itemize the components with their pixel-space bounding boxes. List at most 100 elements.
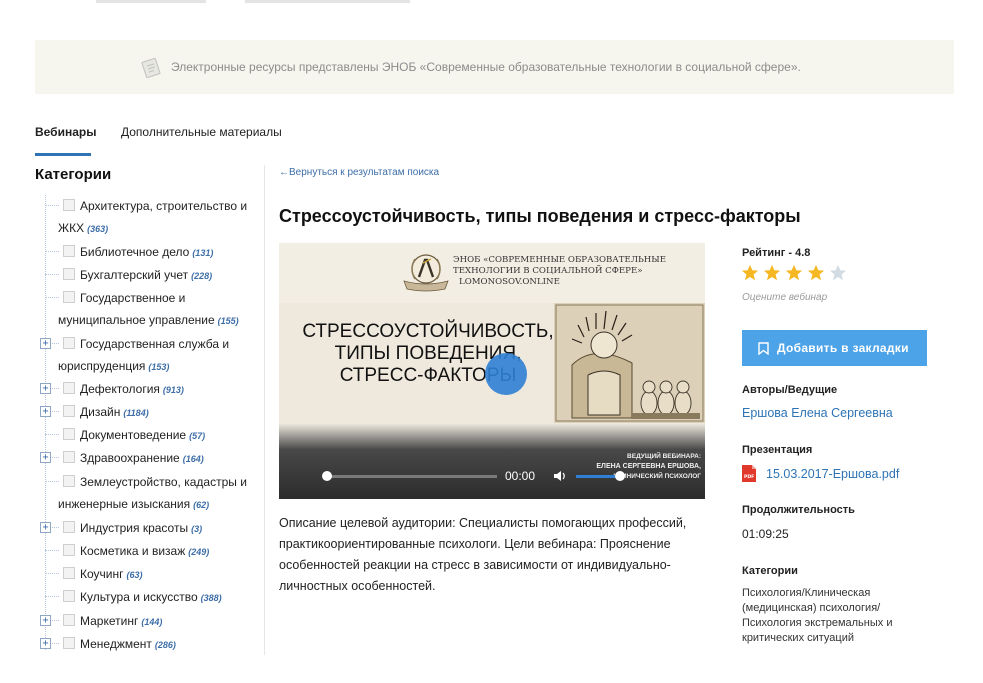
category-name: Государственная служба и юриспруденция bbox=[58, 337, 230, 373]
category-item[interactable]: + Дизайн (1184) bbox=[35, 401, 260, 424]
checkbox-icon[interactable] bbox=[63, 590, 75, 602]
category-item[interactable]: Косметика и визаж (249) bbox=[35, 540, 260, 563]
checkbox-icon[interactable] bbox=[63, 475, 75, 487]
checkbox-icon[interactable] bbox=[63, 337, 75, 349]
illustration-image bbox=[554, 303, 705, 423]
org-name-line: ТЕХНОЛОГИИ В СОЦИАЛЬНОЙ СФЕРЕ» bbox=[453, 266, 643, 276]
star-filled-icon[interactable] bbox=[785, 264, 803, 282]
category-item[interactable]: + Маркетинг (144) bbox=[35, 610, 260, 633]
categories-value: Психология/Клиническая (медицинская) пси… bbox=[742, 587, 893, 644]
categories-heading: Категории bbox=[742, 565, 798, 577]
svg-text:PDF: PDF bbox=[744, 474, 754, 480]
category-item[interactable]: Землеустройство, кадастры и инженерные и… bbox=[35, 471, 260, 516]
webinar-description: Описание целевой аудитории: Специалисты … bbox=[279, 516, 687, 593]
seek-handle[interactable] bbox=[322, 471, 332, 481]
star-empty-icon[interactable] bbox=[829, 264, 847, 282]
pdf-icon: PDF bbox=[742, 465, 756, 482]
category-item[interactable]: + Государственная служба и юриспруденция(… bbox=[35, 333, 260, 378]
category-count: (286) bbox=[154, 640, 176, 650]
tree-connector bbox=[45, 573, 59, 574]
org-logo bbox=[403, 254, 449, 292]
category-name: Менеджмент bbox=[80, 637, 152, 651]
add-bookmark-button[interactable]: Добавить в закладки bbox=[742, 330, 927, 366]
category-item[interactable]: + Дефектология (913) bbox=[35, 378, 260, 401]
checkbox-icon[interactable] bbox=[63, 268, 75, 280]
document-icon bbox=[141, 57, 161, 78]
notice-text: Электронные ресурсы представлены ЭНОБ «С… bbox=[171, 60, 801, 74]
category-count: (63) bbox=[126, 570, 143, 580]
checkbox-icon[interactable] bbox=[63, 291, 75, 303]
category-name: Землеустройство, кадастры и инженерные и… bbox=[58, 475, 247, 511]
expand-plus-icon[interactable]: + bbox=[40, 615, 51, 626]
category-item[interactable]: Государственное и муниципальное управлен… bbox=[35, 287, 260, 332]
category-item[interactable]: Бухгалтерский учет (228) bbox=[35, 264, 260, 287]
checkbox-icon[interactable] bbox=[63, 567, 75, 579]
top-nav-stub bbox=[96, 0, 206, 3]
volume-handle[interactable] bbox=[615, 471, 625, 481]
category-item[interactable]: Архитектура, строительство и ЖКХ (363) bbox=[35, 195, 260, 240]
category-count: (3) bbox=[191, 524, 203, 534]
category-count: (144) bbox=[141, 617, 163, 627]
checkbox-icon[interactable] bbox=[63, 451, 75, 463]
author-link[interactable]: Ершова Елена Сергеевна bbox=[742, 406, 893, 420]
category-count: (913) bbox=[162, 385, 184, 395]
category-count: (249) bbox=[188, 547, 210, 557]
org-name: ЭНОБ «СОВРЕМЕННЫЕ ОБРАЗОВАТЕЛЬНЫЕ ТЕХНОЛ… bbox=[453, 255, 683, 288]
category-item[interactable]: Документоведение (57) bbox=[35, 424, 260, 447]
tree-connector bbox=[45, 481, 59, 482]
volume-icon[interactable] bbox=[553, 470, 567, 482]
tree-connector bbox=[45, 205, 59, 206]
org-site: LOMONOSOV.ONLINE bbox=[459, 277, 560, 287]
expand-plus-icon[interactable]: + bbox=[40, 338, 51, 349]
checkbox-icon[interactable] bbox=[63, 428, 75, 440]
page-title: Стрессоустойчивость, типы поведения и ст… bbox=[279, 206, 801, 226]
expand-plus-icon[interactable]: + bbox=[40, 452, 51, 463]
category-item[interactable]: + Здравоохранение (164) bbox=[35, 447, 260, 470]
seek-bar[interactable] bbox=[325, 475, 497, 478]
rate-prompt: Оцените вебинар bbox=[742, 292, 828, 303]
category-item[interactable]: + Менеджмент (286) bbox=[35, 633, 260, 656]
duration-value: 01:09:25 bbox=[742, 527, 789, 541]
category-count: (363) bbox=[87, 224, 109, 234]
category-item[interactable]: Культура и искусство (388) bbox=[35, 586, 260, 609]
checkbox-icon[interactable] bbox=[63, 245, 75, 257]
bookmark-label: Добавить в закладки bbox=[777, 341, 909, 355]
current-time: 00:00 bbox=[505, 469, 536, 483]
star-filled-icon[interactable] bbox=[763, 264, 781, 282]
category-item[interactable]: Коучинг (63) bbox=[35, 563, 260, 586]
tree-connector bbox=[45, 550, 59, 551]
checkbox-icon[interactable] bbox=[63, 382, 75, 394]
presentation-file-link[interactable]: 15.03.2017-Ершова.pdf bbox=[766, 467, 899, 481]
play-icon[interactable] bbox=[485, 353, 527, 395]
checkbox-icon[interactable] bbox=[63, 199, 75, 211]
checkbox-icon[interactable] bbox=[63, 521, 75, 533]
star-filled-icon[interactable] bbox=[807, 264, 825, 282]
checkbox-icon[interactable] bbox=[63, 637, 75, 649]
category-item[interactable]: + Индустрия красоты (3) bbox=[35, 517, 260, 540]
tree-connector bbox=[45, 251, 59, 252]
duration-heading: Продолжительность bbox=[742, 504, 855, 516]
checkbox-icon[interactable] bbox=[63, 405, 75, 417]
expand-plus-icon[interactable]: + bbox=[40, 406, 51, 417]
category-name: Бухгалтерский учет bbox=[80, 268, 189, 282]
category-count: (62) bbox=[193, 500, 210, 510]
star-filled-icon[interactable] bbox=[741, 264, 759, 282]
category-name: Здравоохранение bbox=[80, 451, 180, 465]
expand-plus-icon[interactable]: + bbox=[40, 383, 51, 394]
back-to-results-link[interactable]: ←Вернуться к результатам поиска bbox=[279, 167, 439, 178]
tab-webinars[interactable]: Вебинары bbox=[35, 125, 96, 139]
presenter-label: ВЕДУЩИЙ ВЕБИНАРА: bbox=[627, 453, 701, 460]
expand-plus-icon[interactable]: + bbox=[40, 522, 51, 533]
category-name: Дизайн bbox=[80, 405, 121, 419]
category-item[interactable]: Библиотечное дело (131) bbox=[35, 241, 260, 264]
checkbox-icon[interactable] bbox=[63, 544, 75, 556]
checkbox-icon[interactable] bbox=[63, 614, 75, 626]
expand-plus-icon[interactable]: + bbox=[40, 638, 51, 649]
category-name: Библиотечное дело bbox=[80, 245, 190, 259]
org-name-line: ЭНОБ «СОВРЕМЕННЫЕ ОБРАЗОВАТЕЛЬНЫЕ bbox=[453, 255, 666, 265]
video-player[interactable]: ЭНОБ «СОВРЕМЕННЫЕ ОБРАЗОВАТЕЛЬНЫЕ ТЕХНОЛ… bbox=[279, 243, 705, 499]
category-name: Индустрия красоты bbox=[80, 521, 189, 535]
tab-additional-materials[interactable]: Дополнительные материалы bbox=[121, 125, 282, 139]
sidebar-title: Категории bbox=[35, 166, 112, 183]
video-controls: 00:00 bbox=[279, 465, 705, 487]
